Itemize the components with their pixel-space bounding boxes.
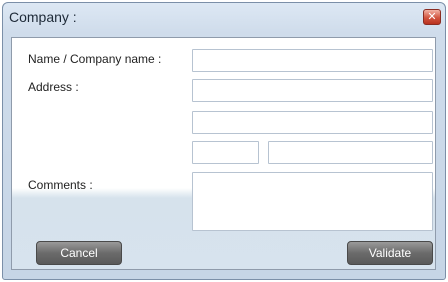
- close-icon: ✕: [427, 11, 437, 23]
- title-bar: Company : ✕: [3, 3, 445, 33]
- name-field[interactable]: [192, 49, 433, 72]
- form-panel: Name / Company name : Address : Comments…: [11, 37, 436, 270]
- comments-textarea[interactable]: [193, 173, 432, 230]
- city-field[interactable]: [268, 141, 433, 164]
- dialog-title: Company :: [9, 9, 77, 25]
- address-line1-field[interactable]: [192, 79, 433, 102]
- close-button[interactable]: ✕: [423, 9, 441, 25]
- address-line2-field[interactable]: [192, 111, 433, 134]
- comments-field[interactable]: [192, 172, 433, 231]
- comments-label: Comments :: [28, 178, 93, 192]
- city-input[interactable]: [269, 142, 432, 163]
- name-label: Name / Company name :: [28, 52, 162, 66]
- address-label: Address :: [28, 80, 79, 94]
- postal-code-field[interactable]: [192, 141, 259, 164]
- address-line2-input[interactable]: [193, 112, 432, 133]
- name-input[interactable]: [193, 50, 432, 71]
- cancel-button[interactable]: Cancel: [36, 241, 122, 265]
- postal-code-input[interactable]: [193, 142, 258, 163]
- address-line1-input[interactable]: [193, 80, 432, 101]
- company-dialog: Company : ✕ Name / Company name : Addres…: [2, 2, 446, 280]
- validate-button[interactable]: Validate: [347, 241, 433, 265]
